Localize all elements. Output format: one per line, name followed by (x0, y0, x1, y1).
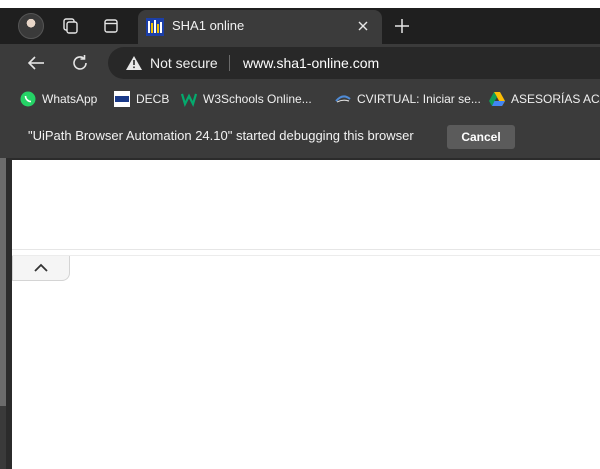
collapse-button[interactable] (12, 256, 70, 281)
refresh-button[interactable] (67, 50, 93, 76)
bookmark-label: W3Schools Online... (203, 92, 312, 106)
bookmark-label: DECB (136, 92, 170, 106)
chevron-up-icon (34, 263, 48, 272)
cvirtual-icon (335, 91, 351, 107)
tab-strip: SHA1 online (0, 8, 600, 44)
close-tab-icon[interactable] (354, 17, 372, 35)
bookmark-cvirtual[interactable]: CVIRTUAL: Iniciar se... (335, 90, 481, 108)
page-divider (12, 255, 600, 256)
site-favicon-icon (146, 18, 164, 36)
back-button[interactable] (23, 50, 49, 76)
bookmark-whatsapp[interactable]: WhatsApp (20, 90, 97, 108)
profile-avatar[interactable] (18, 13, 44, 39)
bookmark-asesorias[interactable]: ASESORÍAS ACAD (489, 90, 600, 108)
address-bar[interactable]: Not secure www.sha1-online.com (108, 47, 600, 79)
debugging-infobar: "UiPath Browser Automation 24.10" starte… (0, 114, 600, 158)
window-top-strip (0, 0, 600, 8)
whatsapp-icon (20, 91, 36, 107)
infobar-message: "UiPath Browser Automation 24.10" starte… (28, 128, 414, 143)
security-status[interactable]: Not secure (150, 55, 218, 71)
left-window-edge (0, 158, 12, 469)
page-header-area (12, 160, 600, 250)
bookmark-label: WhatsApp (42, 92, 98, 106)
bookmark-label: ASESORÍAS ACAD (511, 92, 600, 106)
url-text[interactable]: www.sha1-online.com (243, 55, 379, 71)
bookmarks-bar: WhatsApp DECB W3Schools Online... CVIRTU… (0, 82, 600, 114)
tab-actions-icon[interactable] (99, 14, 123, 38)
decb-icon (114, 91, 130, 107)
bookmark-decb[interactable]: DECB (114, 90, 169, 108)
tab-title: SHA1 online (172, 18, 245, 33)
bookmark-label: CVIRTUAL: Iniciar se... (357, 92, 481, 106)
omnibox-divider (229, 55, 230, 71)
cancel-button[interactable]: Cancel (447, 125, 515, 149)
page-content (12, 160, 600, 469)
workspaces-icon[interactable] (58, 14, 82, 38)
warning-icon[interactable] (126, 56, 142, 70)
bookmark-w3schools[interactable]: W3Schools Online... (181, 90, 312, 108)
side-strip (0, 158, 6, 406)
w3schools-icon (181, 91, 197, 107)
google-drive-icon (489, 91, 505, 107)
tab-sha1-online[interactable]: SHA1 online (138, 10, 382, 44)
navigation-toolbar: Not secure www.sha1-online.com (0, 44, 600, 82)
side-strip-lower (0, 406, 6, 469)
new-tab-button[interactable] (390, 14, 414, 38)
